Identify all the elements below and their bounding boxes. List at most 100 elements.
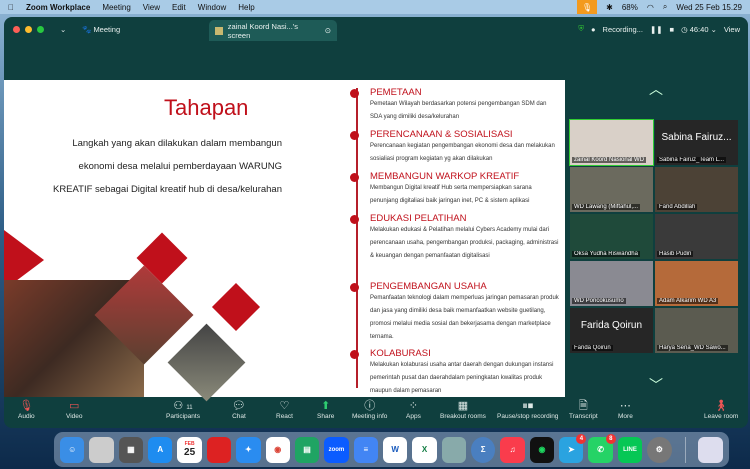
participant-tile[interactable]: zainal Koord Nasional WD [569,119,654,166]
sheets-icon[interactable]: ▤ [294,436,320,463]
participant-name: Adam Alkarim WD A3 [657,298,719,304]
pause-stop-icon: ⏸⏹ [522,400,534,412]
participant-tile[interactable]: WD Lawang (Miftahul,... [570,167,653,212]
participants-button[interactable]: ⚇ 11 Participants [166,399,200,420]
view-button[interactable]: View [724,25,740,34]
word-icon[interactable]: W [382,436,408,463]
transcript-button[interactable]: 🗎 Transcript [569,399,598,420]
docs-icon[interactable]: ≡ [353,436,378,463]
label: Audio [18,413,35,420]
participant-tile[interactable]: Sabina Fairuz... Sabina Fairuz_Team L... [655,120,738,165]
menu-window[interactable]: Window [198,3,226,12]
calendar-icon[interactable]: FEB 25 [177,436,202,463]
chevron-down-icon[interactable]: ⌄ [60,25,66,34]
zoom-window: ⌄ 🐾 Meeting zainal Koord Nasi...'s scree… [4,17,748,428]
minimize-button[interactable] [25,26,32,33]
label: Share [317,413,335,420]
participant-tile[interactable]: Hasib Pudin [655,214,738,259]
shared-slide: Tahapan Langkah yang akan dilakukan dala… [4,80,565,402]
participant-name: Oksa Yudha Riswandha [572,251,640,257]
label: Video [66,413,83,420]
chat-button[interactable]: 💬︎ Chat [232,399,246,420]
participant-tile[interactable]: Harya Sena_WD Sawo... [655,308,738,353]
meeting-info-button[interactable]: ⓘ Meeting info [352,399,387,420]
excel-icon[interactable]: X [412,436,437,463]
menu-view[interactable]: View [143,3,160,12]
badge: 8 [605,433,616,444]
label: More [618,413,633,420]
section-heading: PERENCANAAN & SOSIALISASI [370,129,513,140]
recording-label: Recording... [602,24,643,34]
trash-icon[interactable] [698,436,723,463]
section-heading: KOLABURASI [370,348,431,359]
more-options-icon[interactable]: ⊙ [325,26,331,35]
pause-stop-recording-button[interactable]: ⏸⏹ Pause/stop recording [497,399,558,420]
apps-button[interactable]: ⁘ Apps [406,399,421,420]
stop-icon[interactable]: ■ [670,25,675,34]
leave-room-button[interactable]: 🚶︎ Leave room [704,399,738,420]
video-button[interactable]: ▭ Video [66,399,83,420]
preview-icon[interactable] [441,436,467,463]
search-icon[interactable]: ⌕ [663,2,667,12]
breakout-rooms-button[interactable]: ▦ Breakout rooms [440,399,486,420]
shield-icon[interactable]: ⛨ [578,24,584,34]
sigma-icon[interactable]: Σ [471,436,496,463]
timer[interactable]: ◷ 46:40 ⌄ [681,25,717,34]
participant-tile[interactable]: WD Poncokusumo [570,261,653,306]
telegram-icon[interactable]: ➤ 4 [559,433,587,463]
calculator-icon[interactable]: ▦ [118,436,144,463]
menu-edit[interactable]: Edit [172,3,186,12]
section-pemetaan: PEMETAAN Pemetaan Wilayah berdasarkan pot… [350,87,560,124]
participant-name: Farida Qoirun [572,345,613,351]
section-heading: PEMETAAN [370,87,422,98]
label: Chat [232,413,246,420]
photo-booth-icon[interactable] [206,436,232,463]
slide-intro: Langkah yang akan dilakukan dalam memban… [52,138,282,195]
menu-help[interactable]: Help [238,3,254,12]
red-diamond [211,282,261,332]
chevron-up-icon[interactable]: ︿ [649,79,663,99]
wifi-icon[interactable]: ◠ [647,3,654,12]
chevron-down-icon[interactable]: ﹀ [649,375,663,395]
section-pengembangan: PENGEMBANGAN USAHA Pemanfaatan teknologi … [350,281,560,344]
leave-icon: 🚶︎ [714,400,729,412]
menu-app[interactable]: Zoom Workplace [26,3,90,12]
video-off-icon: ▭ [69,400,80,412]
zoom-icon[interactable]: zoom [324,436,349,463]
system-settings-icon[interactable]: ⚙ [647,436,672,463]
audio-button[interactable]: 🎙︎ Audio [18,399,35,420]
label: Leave room [704,413,739,420]
apple-icon[interactable]:  [8,3,14,12]
share-screen-tab[interactable]: zainal Koord Nasi...'s screen ⊙ [209,20,337,41]
pause-icon[interactable]: ❚❚ [650,25,663,34]
label: Pause/stop recording [497,413,559,420]
participant-name: Sabina Fairuz_Team L... [657,157,727,163]
menu-meeting[interactable]: Meeting [102,3,130,12]
launchpad-icon[interactable] [89,436,114,463]
more-button[interactable]: ⋯ More [618,399,633,420]
participant-name-large: Sabina Fairuz... [661,132,732,143]
participant-tile[interactable]: Farid Abdillah [655,167,738,212]
finder-icon[interactable]: ☺ [60,436,85,463]
mic-icon[interactable]: 🎙 [576,0,598,14]
spotify-icon[interactable]: ◉ [529,436,555,463]
maximize-button[interactable] [37,26,44,33]
participant-count: 11 [186,405,193,411]
app-store-icon[interactable]: A [148,436,173,463]
line-icon[interactable]: LINE [617,436,643,463]
bluetooth-icon[interactable]: ✱ [606,3,613,12]
react-button[interactable]: ♡ React [276,399,293,420]
chrome-icon[interactable]: ◉ [265,436,290,463]
safari-icon[interactable]: ✦ [236,436,261,463]
battery-text[interactable]: 68% [622,3,638,12]
participant-tile[interactable]: Adam Alkarim WD A3 [655,261,738,306]
dock-divider [684,436,686,463]
participant-tile[interactable]: Oksa Yudha Riswandha [570,214,653,259]
meeting-tab[interactable]: 🐾 Meeting [82,25,120,34]
participant-tile[interactable]: Farida Qoirun Farida Qoirun [570,308,653,353]
share-button[interactable]: ⬆ Share [317,399,334,420]
close-button[interactable] [13,26,20,33]
datetime[interactable]: Wed 25 Feb 15.29 [676,3,742,12]
whatsapp-icon[interactable]: ✆ 8 [588,433,616,463]
music-icon[interactable]: ♫ [500,436,525,463]
